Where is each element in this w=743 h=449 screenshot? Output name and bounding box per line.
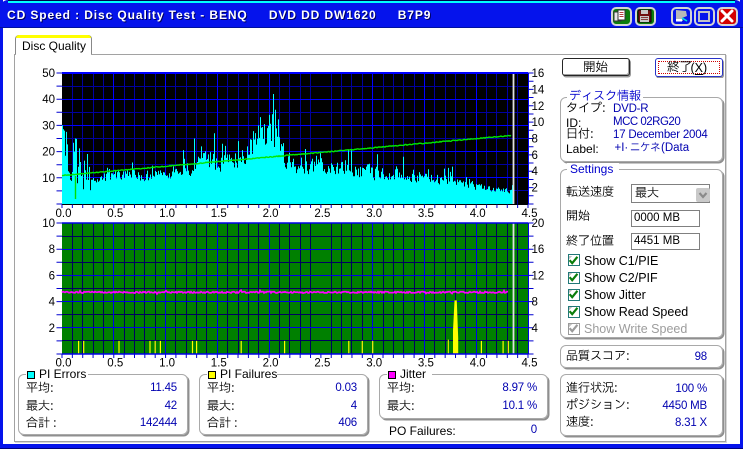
svg-text:1.5: 1.5	[211, 208, 227, 220]
svg-text:8: 8	[532, 134, 538, 146]
svg-text:10: 10	[532, 117, 545, 129]
svg-text:4.0: 4.0	[470, 358, 486, 370]
svg-text:6: 6	[49, 270, 55, 282]
svg-text:0.5: 0.5	[107, 208, 123, 220]
svg-text:4: 4	[49, 297, 56, 309]
svg-text:3.0: 3.0	[366, 208, 382, 220]
svg-text:1.0: 1.0	[159, 208, 175, 220]
svg-text:6: 6	[532, 150, 538, 162]
svg-text:1.0: 1.0	[159, 358, 175, 370]
svg-text:4.5: 4.5	[522, 358, 538, 370]
svg-text:2.5: 2.5	[314, 358, 330, 370]
svg-text:50: 50	[42, 68, 55, 80]
svg-text:10: 10	[42, 218, 55, 230]
svg-text:3.0: 3.0	[366, 358, 382, 370]
svg-text:40: 40	[42, 94, 55, 106]
svg-text:4.0: 4.0	[470, 208, 486, 220]
svg-text:10: 10	[42, 173, 55, 185]
svg-text:2: 2	[49, 323, 55, 335]
svg-text:16: 16	[532, 244, 545, 256]
svg-text:0.5: 0.5	[107, 358, 123, 370]
svg-text:2: 2	[532, 183, 538, 195]
svg-text:12: 12	[532, 270, 545, 282]
svg-text:8: 8	[49, 244, 55, 256]
svg-text:3.5: 3.5	[418, 208, 434, 220]
svg-text:2.0: 2.0	[263, 208, 279, 220]
svg-text:4.5: 4.5	[522, 208, 538, 220]
svg-text:4: 4	[532, 323, 539, 335]
svg-text:8: 8	[532, 297, 538, 309]
svg-text:14: 14	[532, 84, 545, 96]
svg-text:4: 4	[532, 166, 539, 178]
svg-text:20: 20	[42, 147, 55, 159]
svg-text:30: 30	[42, 120, 55, 132]
svg-text:16: 16	[532, 68, 545, 80]
svg-text:0.0: 0.0	[56, 208, 72, 220]
svg-text:12: 12	[532, 101, 545, 113]
svg-text:2.5: 2.5	[314, 208, 330, 220]
